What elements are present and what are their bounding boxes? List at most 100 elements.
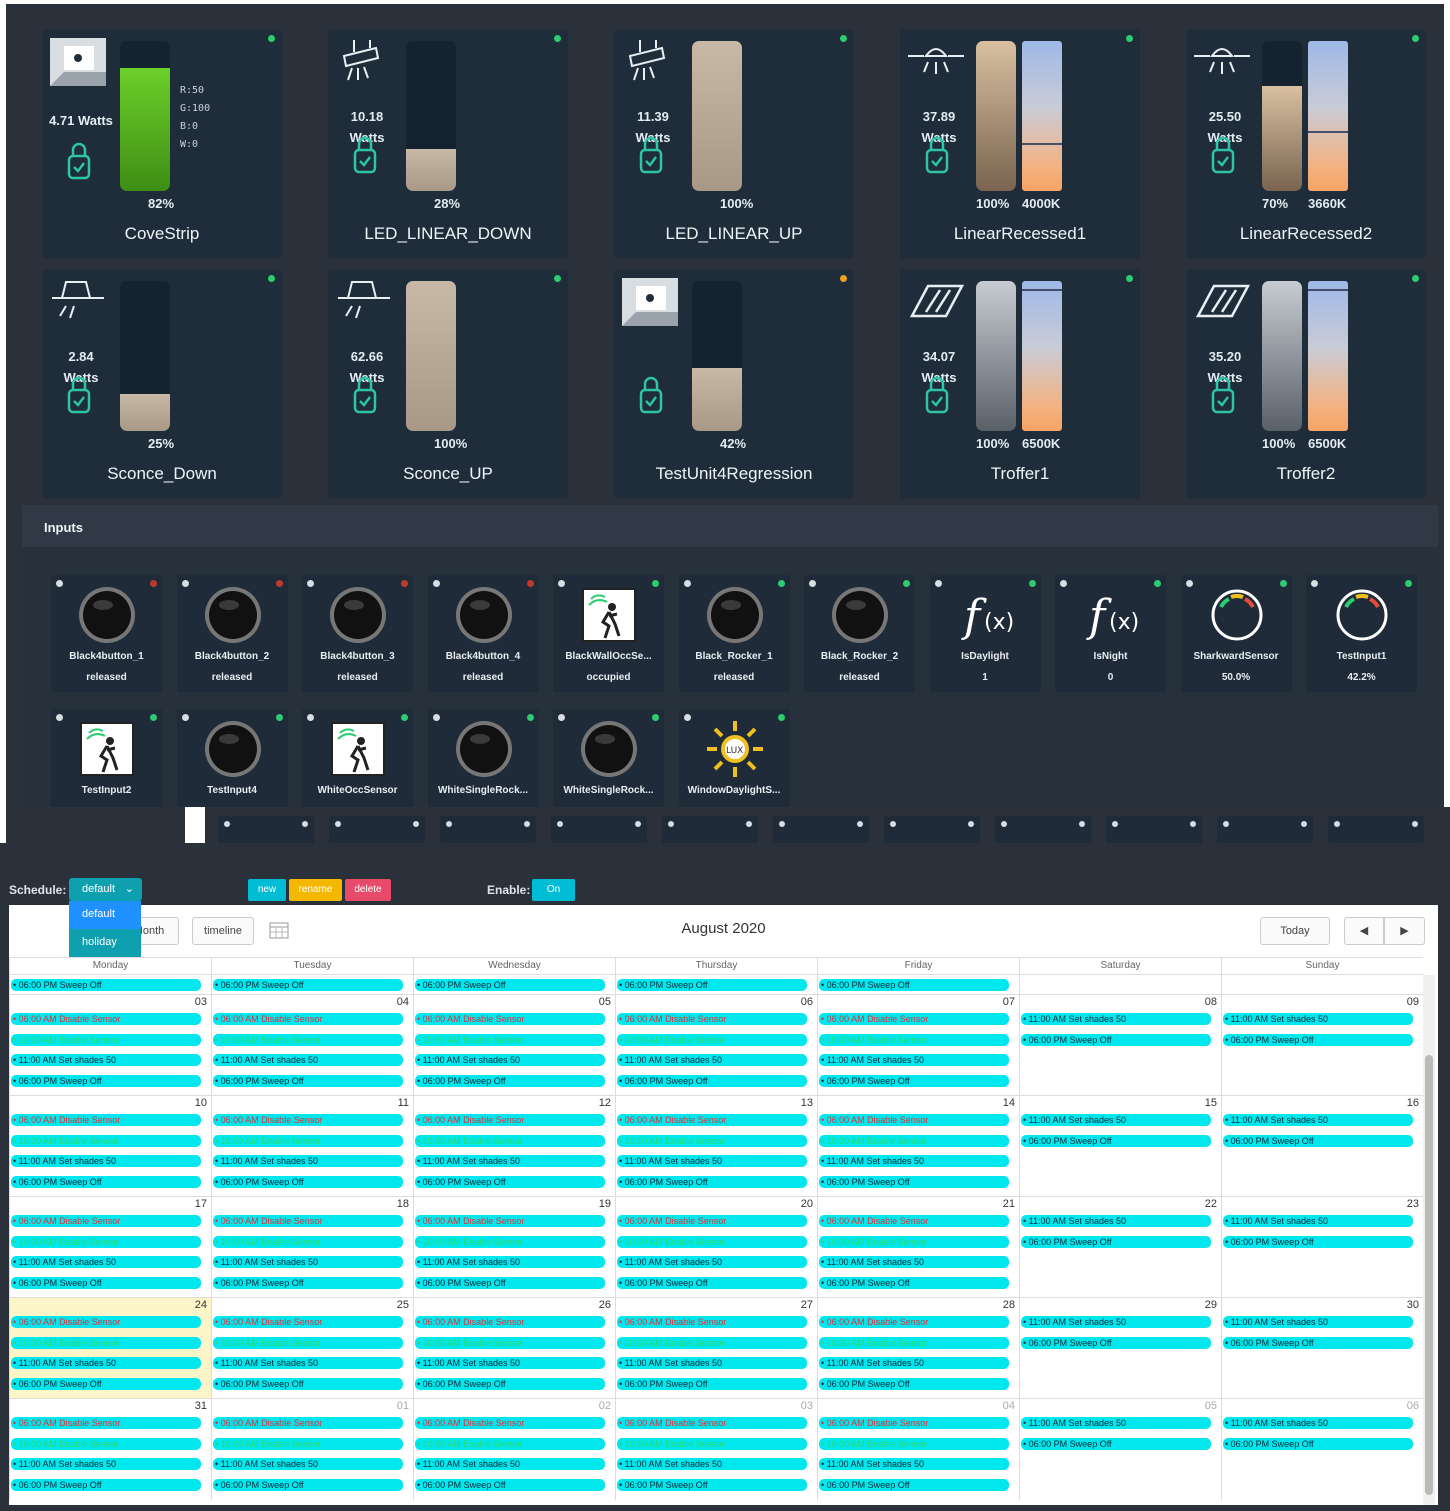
event-item[interactable]: • 06:00 AM Disable Sensor [213,1316,403,1328]
lock-icon[interactable] [1210,134,1236,176]
day-cell[interactable]: 05 • 11:00 AM Set shades 50 • 06:00 PM Swe… [1019,1399,1221,1500]
event-item[interactable]: • 06:00 PM Sweep Off [819,1175,1009,1188]
event-item[interactable]: • 06:00 PM Sweep Off [819,1074,1009,1087]
event-item[interactable]: • 10:00 AM Enable Sensor [617,1336,807,1349]
event-item[interactable]: • 06:00 PM Sweep Off [415,1074,605,1087]
event-item[interactable]: • 06:00 AM Disable Sensor [617,1215,807,1227]
device-tile[interactable]: 10.18 Watts 28% LED_LINEAR_DOWN [328,30,568,258]
event-item[interactable]: • 11:00 AM Set shades 50 [11,1256,201,1268]
event-item[interactable]: • 06:00 AM Disable Sensor [415,1316,605,1328]
event-item[interactable]: • 11:00 AM Set shades 50 [1223,1417,1413,1429]
event-item[interactable]: • 10:00 AM Enable Sensor [415,1437,605,1450]
day-cell[interactable]: 31 • 06:00 AM Disable Sensor • 10:00 AM En… [9,1399,211,1500]
day-cell[interactable]: 16 • 11:00 AM Set shades 50 • 06:00 PM Swe… [1221,1096,1423,1197]
day-cell[interactable]: 30 • 11:00 AM Set shades 50 • 06:00 PM Swe… [1221,1298,1423,1399]
event-item[interactable]: • 06:00 AM Disable Sensor [617,1316,807,1328]
event-item[interactable]: • 10:00 AM Enable Sensor [11,1437,201,1450]
level-bar[interactable] [120,281,170,431]
event-item[interactable]: • 06:00 AM Disable Sensor [819,1215,1009,1227]
event-item[interactable]: • 06:00 PM Sweep Off [1223,1437,1413,1450]
delete-button[interactable]: delete [345,879,391,901]
level-bar[interactable] [1262,41,1302,191]
event-item[interactable]: • 06:00 PM Sweep Off [415,1175,605,1188]
event-item[interactable]: • 06:00 AM Disable Sensor [819,1316,1009,1328]
calendar-scrollbar[interactable] [1423,975,1435,1505]
event-item[interactable]: • 10:00 AM Enable Sensor [213,1437,403,1450]
event-item[interactable]: • 11:00 AM Set shades 50 [1021,1316,1211,1328]
next-month-button[interactable]: ▶ [1384,917,1425,945]
select-dot[interactable] [307,714,314,721]
event-item[interactable]: • 11:00 AM Set shades 50 [1021,1215,1211,1227]
day-cell[interactable]: 13 • 06:00 AM Disable Sensor • 10:00 AM En… [615,1096,817,1197]
level-bar[interactable] [976,281,1016,431]
day-cell[interactable]: • 06:00 PM Sweep Off [413,975,615,995]
event-item[interactable]: • 06:00 PM Sweep Off [819,979,1009,991]
event-item[interactable]: • 10:00 AM Enable Sensor [11,1235,201,1248]
lock-icon[interactable] [352,134,378,176]
event-item[interactable]: • 11:00 AM Set shades 50 [415,1357,605,1369]
event-item[interactable]: • 06:00 PM Sweep Off [213,1377,403,1390]
event-item[interactable]: • 10:00 AM Enable Sensor [415,1134,605,1147]
day-cell[interactable]: 25 • 06:00 AM Disable Sensor • 10:00 AM En… [211,1298,413,1399]
event-item[interactable]: • 06:00 AM Disable Sensor [415,1114,605,1126]
event-item[interactable]: • 10:00 AM Enable Sensor [819,1336,1009,1349]
event-item[interactable]: • 11:00 AM Set shades 50 [11,1155,201,1167]
event-item[interactable]: • 11:00 AM Set shades 50 [213,1458,403,1470]
select-dot[interactable] [683,580,691,587]
event-item[interactable]: • 06:00 AM Disable Sensor [11,1114,201,1126]
event-item[interactable]: • 06:00 PM Sweep Off [11,1276,201,1289]
select-dot[interactable] [432,580,440,587]
event-item[interactable]: • 10:00 AM Enable Sensor [415,1033,605,1046]
day-cell[interactable]: 14 • 06:00 AM Disable Sensor • 10:00 AM En… [817,1096,1019,1197]
event-item[interactable]: • 11:00 AM Set shades 50 [415,1256,605,1268]
event-item[interactable]: • 06:00 PM Sweep Off [1021,1437,1211,1450]
event-item[interactable]: • 11:00 AM Set shades 50 [11,1054,201,1066]
event-item[interactable]: • 06:00 PM Sweep Off [617,1478,807,1491]
event-item[interactable]: • 06:00 PM Sweep Off [1021,1336,1211,1349]
event-item[interactable]: • 06:00 PM Sweep Off [1223,1336,1413,1349]
device-tile[interactable]: 4.71 Watts 82% R:50 G:100 B:0 W:0 CoveStrip [42,30,282,258]
event-item[interactable]: • 10:00 AM Enable Sensor [617,1235,807,1248]
day-cell[interactable]: 12 • 06:00 AM Disable Sensor • 10:00 AM En… [413,1096,615,1197]
event-item[interactable]: • 06:00 PM Sweep Off [617,1377,807,1390]
day-cell[interactable] [1019,975,1221,995]
level-bar[interactable] [406,41,456,191]
event-item[interactable]: • 11:00 AM Set shades 50 [213,1256,403,1268]
device-tile[interactable]: 34.07 Watts 100% 6500K Troffer1 [900,270,1140,498]
input-tile[interactable]: TestInput1 42.2% [1306,575,1417,692]
device-tile[interactable]: 62.66 Watts 100% Sconce_UP [328,270,568,498]
event-item[interactable]: • 06:00 PM Sweep Off [617,1175,807,1188]
input-tile[interactable]: f (x) IsNight 0 [1055,575,1166,692]
schedule-select[interactable]: default ⌄ [69,878,142,901]
event-item[interactable]: • 06:00 PM Sweep Off [11,1377,201,1390]
select-dot[interactable] [558,714,565,721]
event-item[interactable]: • 10:00 AM Enable Sensor [819,1134,1009,1147]
input-tile[interactable]: BlackWallOccSe... occupied [553,575,664,692]
event-item[interactable]: • 11:00 AM Set shades 50 [617,1155,807,1167]
event-item[interactable]: • 06:00 AM Disable Sensor [11,1215,201,1227]
select-dot[interactable] [181,580,189,587]
input-tile[interactable]: SharkwardSensor 50.0% [1180,575,1292,692]
event-item[interactable]: • 06:00 AM Disable Sensor [617,1417,807,1429]
event-item[interactable]: • 11:00 AM Set shades 50 [819,1256,1009,1268]
select-dot[interactable] [1185,580,1193,587]
day-cell[interactable]: 07 • 06:00 AM Disable Sensor • 10:00 AM En… [817,995,1019,1096]
event-item[interactable]: • 06:00 AM Disable Sensor [415,1215,605,1227]
event-item[interactable]: • 11:00 AM Set shades 50 [617,1357,807,1369]
event-item[interactable]: • 10:00 AM Enable Sensor [213,1235,403,1248]
lock-icon[interactable] [1210,374,1236,416]
lock-icon[interactable] [638,374,664,416]
lock-icon[interactable] [352,374,378,416]
day-cell[interactable]: 18 • 06:00 AM Disable Sensor • 10:00 AM En… [211,1197,413,1298]
input-tile[interactable]: f (x) IsDaylight 1 [929,575,1041,692]
device-tile[interactable]: 2.84 Watts 25% Sconce_Down [42,270,282,498]
event-item[interactable]: • 06:00 AM Disable Sensor [11,1013,201,1025]
event-item[interactable]: • 11:00 AM Set shades 50 [11,1458,201,1470]
event-item[interactable]: • 06:00 AM Disable Sensor [415,1417,605,1429]
device-tile[interactable]: 35.20 Watts 100% 6500K Troffer2 [1186,270,1426,498]
day-cell[interactable]: • 06:00 PM Sweep Off [9,975,211,995]
level-bar[interactable] [692,281,742,431]
event-item[interactable]: • 06:00 AM Disable Sensor [819,1114,1009,1126]
event-item[interactable]: • 10:00 AM Enable Sensor [213,1336,403,1349]
event-item[interactable]: • 11:00 AM Set shades 50 [1021,1114,1211,1126]
